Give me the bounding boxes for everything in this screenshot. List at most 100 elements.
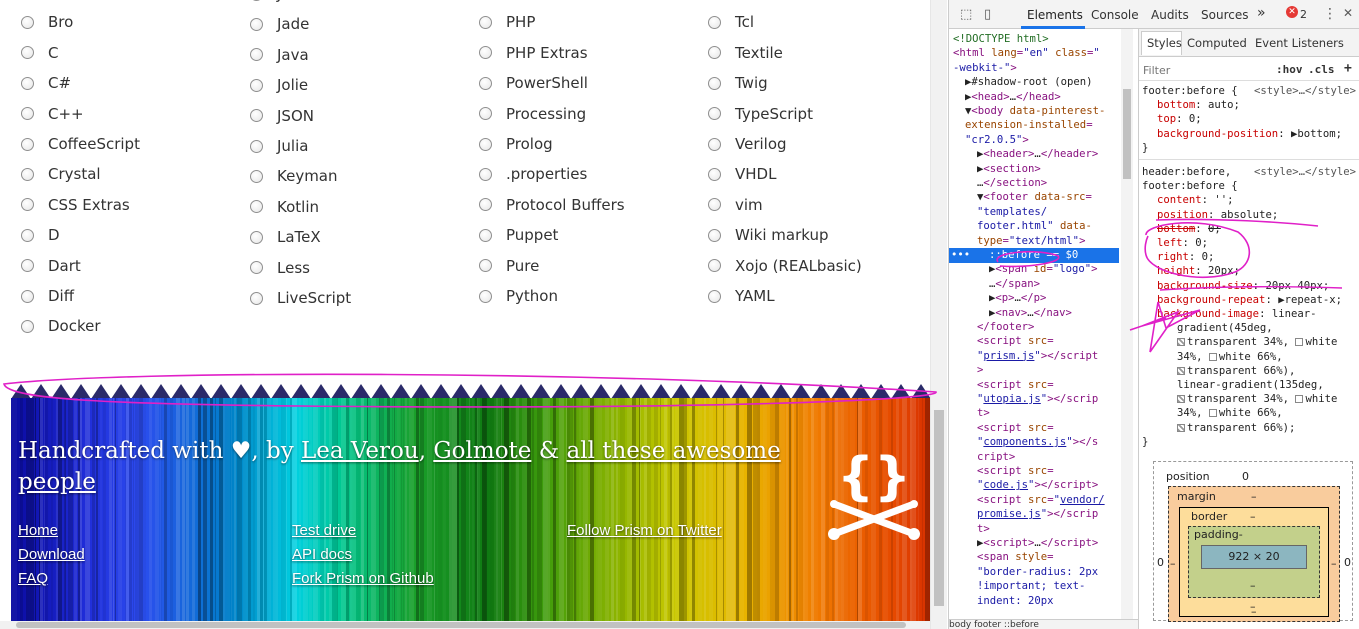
css-property-value[interactable]: ''; xyxy=(1214,194,1233,206)
css-value-continuation[interactable]: transparent 34%, white xyxy=(1177,392,1337,406)
css-property-name[interactable]: right xyxy=(1157,251,1189,263)
language-radio[interactable] xyxy=(21,198,34,212)
css-value-continuation[interactable]: gradient(45deg, xyxy=(1177,321,1273,335)
author-link-lea-verou[interactable]: Lea Verou xyxy=(301,438,419,464)
language-option[interactable]: PHP xyxy=(479,11,535,33)
error-icon[interactable]: ✕ xyxy=(1286,6,1298,18)
rule-source-link[interactable]: <style>…</style> xyxy=(1254,84,1356,98)
css-value-text[interactable]: linear-gradient(135deg, xyxy=(1177,379,1324,391)
language-option[interactable]: Verilog xyxy=(708,133,787,155)
language-option[interactable]: .properties xyxy=(479,163,587,185)
dom-node[interactable]: ▼<body data-pinterest- xyxy=(965,104,1105,118)
language-radio[interactable] xyxy=(250,139,263,153)
dom-node[interactable]: <script src= xyxy=(977,464,1054,478)
box-model-content-size[interactable]: 922 × 20 xyxy=(1201,545,1307,569)
toggle-hover-state-button[interactable]: :hov xyxy=(1276,63,1303,76)
node-actions-icon[interactable]: ••• xyxy=(951,248,970,262)
device-toolbar-icon[interactable]: ▯ xyxy=(984,7,991,22)
css-value-continuation[interactable]: transparent 34%, white xyxy=(1177,335,1337,349)
css-value-text[interactable]: gradient(45deg, xyxy=(1177,322,1273,334)
color-swatch-icon[interactable] xyxy=(1177,366,1185,375)
dom-node[interactable]: extension-installed= xyxy=(965,118,1093,132)
dom-node[interactable]: <script src= xyxy=(977,378,1054,392)
css-declaration[interactable]: position: absolute; xyxy=(1157,208,1278,222)
color-swatch-icon[interactable] xyxy=(1208,409,1217,418)
language-radio[interactable] xyxy=(21,319,34,333)
language-option[interactable]: Keyman xyxy=(250,165,338,187)
css-property-name[interactable]: position xyxy=(1157,209,1208,221)
language-option[interactable]: Jolie xyxy=(250,74,308,96)
dom-node[interactable]: "components.js"></s xyxy=(977,435,1098,449)
language-option[interactable]: Processing xyxy=(479,103,586,125)
language-option[interactable]: JSON xyxy=(250,105,314,127)
inspect-element-icon[interactable]: ⬚ xyxy=(960,7,972,22)
toggle-class-button[interactable]: .cls xyxy=(1308,63,1335,76)
page-vertical-scrollbar[interactable] xyxy=(930,0,947,629)
css-property-value[interactable]: 0; xyxy=(1202,251,1215,263)
language-radio[interactable] xyxy=(250,0,263,1)
position-top-value[interactable]: 0 xyxy=(1242,470,1249,483)
color-swatch-icon[interactable] xyxy=(1177,423,1185,432)
language-option[interactable]: Python xyxy=(479,285,558,307)
border-top-value[interactable]: – xyxy=(1250,510,1256,523)
dom-node[interactable]: ▶<nav>…</nav> xyxy=(989,306,1072,320)
dom-node[interactable]: "utopia.js"></scrip xyxy=(977,392,1098,406)
language-option[interactable]: CoffeeScript xyxy=(21,133,140,155)
css-property-name[interactable]: background-position xyxy=(1157,128,1278,140)
language-option[interactable]: Tcl xyxy=(708,11,754,33)
language-radio[interactable] xyxy=(21,259,34,273)
tab-computed[interactable]: Computed xyxy=(1187,36,1247,50)
margin-right-value[interactable]: – xyxy=(1331,557,1337,570)
footer-link-test-drive[interactable]: Test drive xyxy=(292,522,356,539)
css-value-text[interactable]: transparent 66%), xyxy=(1187,365,1295,377)
selector-text[interactable]: footer:before { xyxy=(1142,85,1238,97)
dom-node[interactable]: </footer> xyxy=(977,320,1034,334)
css-declaration[interactable]: left: 0; xyxy=(1157,236,1208,250)
dom-node[interactable]: <span style= xyxy=(977,550,1054,564)
language-option[interactable]: Puppet xyxy=(479,224,558,246)
language-option[interactable]: Jade xyxy=(250,13,309,35)
dom-node[interactable]: "prism.js"></script xyxy=(977,349,1098,363)
language-option[interactable]: Twig xyxy=(708,72,768,94)
margin-left-value[interactable]: – xyxy=(1170,557,1176,570)
tab-styles[interactable]: Styles xyxy=(1147,36,1182,50)
color-swatch-icon[interactable] xyxy=(1177,338,1185,347)
language-option[interactable]: Julia xyxy=(250,135,308,157)
css-value-continuation[interactable]: linear-gradient(135deg, xyxy=(1177,378,1324,392)
footer-link-download[interactable]: Download xyxy=(18,546,85,563)
dom-node[interactable]: t> xyxy=(977,522,990,536)
dom-node[interactable]: indent: 20px xyxy=(977,594,1054,608)
language-radio[interactable] xyxy=(479,167,492,181)
dom-node[interactable]: "templates/ xyxy=(977,205,1047,219)
language-radio[interactable] xyxy=(250,261,263,275)
css-property-value[interactable]: ▶repeat-x; xyxy=(1278,294,1342,306)
css-value-text[interactable]: white 66%, xyxy=(1219,351,1283,363)
dom-node[interactable]: > xyxy=(977,363,983,377)
footer-link-home[interactable]: Home xyxy=(18,522,58,539)
language-radio[interactable] xyxy=(708,76,721,90)
dom-tree[interactable]: <!DOCTYPE html> <html lang="en" class=" -w… xyxy=(949,29,1125,629)
css-declaration[interactable]: background-repeat: ▶repeat-x; xyxy=(1157,293,1342,307)
language-radio[interactable] xyxy=(708,107,721,121)
dom-node[interactable]: ▼<footer data-src= xyxy=(977,190,1092,204)
css-property-name[interactable]: height xyxy=(1157,265,1195,277)
tab-console[interactable]: Console xyxy=(1091,8,1139,22)
css-value-continuation[interactable]: transparent 66%); xyxy=(1177,421,1295,435)
language-option[interactable]: Prolog xyxy=(479,133,553,155)
dom-node[interactable]: footer.html" data- xyxy=(977,219,1092,233)
padding-bottom-value[interactable]: – xyxy=(1250,579,1256,592)
styles-filter-input[interactable] xyxy=(1143,62,1263,78)
error-count[interactable]: 2 xyxy=(1300,8,1307,21)
css-value-text[interactable]: transparent 66%); xyxy=(1187,422,1295,434)
tab-audits[interactable]: Audits xyxy=(1151,8,1189,22)
color-swatch-icon[interactable] xyxy=(1295,338,1304,347)
language-radio[interactable] xyxy=(21,167,34,181)
css-property-value[interactable]: ▶bottom; xyxy=(1291,128,1342,140)
position-right-value[interactable]: 0 xyxy=(1344,556,1351,569)
css-value-text[interactable]: white 66%, xyxy=(1219,407,1283,419)
color-swatch-icon[interactable] xyxy=(1177,395,1185,404)
language-option[interactable]: Diff xyxy=(21,285,74,307)
css-property-name[interactable]: background-size xyxy=(1157,280,1253,292)
css-value-continuation[interactable]: 34%, white 66%, xyxy=(1177,350,1283,364)
language-radio[interactable] xyxy=(708,137,721,151)
